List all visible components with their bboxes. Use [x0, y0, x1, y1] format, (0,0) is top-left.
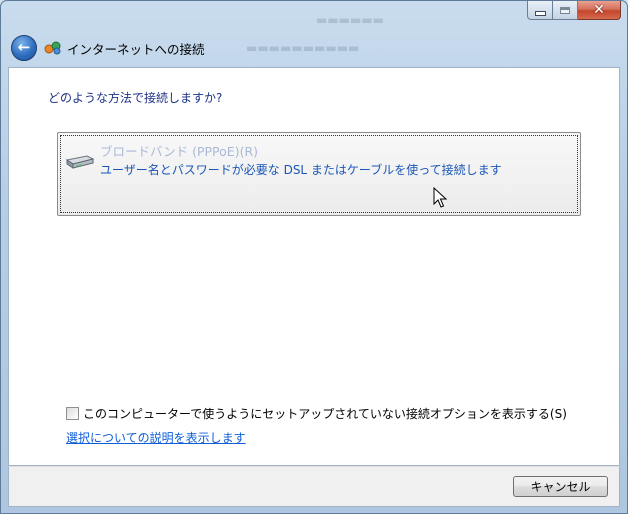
back-arrow-icon: ← [17, 38, 31, 56]
help-link[interactable]: 選択についての説明を表示します [66, 429, 246, 446]
close-icon: ✕ [593, 2, 605, 18]
wizard-content: どのような方法で接続しますか? ブロードバンド (PPPoE)(R) ユーザー名… [8, 67, 620, 466]
option-description: ユーザー名とパスワードが必要な DSL またはケーブルを使って接続します [100, 163, 502, 177]
option-broadband-pppoe[interactable]: ブロードバンド (PPPoE)(R) ユーザー名とパスワードが必要な DSL ま… [57, 132, 581, 216]
minimize-icon [534, 10, 546, 16]
page-question: どのような方法で接続しますか? [48, 91, 223, 105]
mouse-cursor-icon [433, 187, 447, 208]
wizard-title: インターネットへの接続 [67, 42, 205, 57]
show-options-checkbox[interactable] [66, 407, 79, 420]
background-ghost-text: ▬▬▬▬▬▬ [316, 13, 385, 27]
network-connection-icon [44, 41, 61, 55]
close-button[interactable]: ✕ [578, 1, 621, 20]
background-ghost-text: ▬▬▬▬▬▬▬▬▬▬ [246, 41, 360, 55]
back-button[interactable]: ← [11, 35, 37, 61]
maximize-button[interactable] [553, 1, 578, 20]
modem-icon [65, 155, 95, 169]
wizard-window: ▬▬▬▬▬▬ ▬▬▬▬▬▬▬▬▬▬ ✕ ← インターネットへの接続 どのような方… [0, 0, 628, 514]
cancel-button[interactable]: キャンセル [513, 476, 608, 497]
maximize-icon [560, 6, 570, 14]
show-options-label[interactable]: このコンピューターで使うようにセットアップされていない接続オプションを表示する(… [83, 405, 567, 422]
minimize-button[interactable] [527, 1, 553, 20]
show-options-checkbox-row[interactable]: このコンピューターで使うようにセットアップされていない接続オプションを表示する(… [66, 405, 567, 422]
caption-buttons: ✕ [527, 1, 621, 20]
wizard-footer: キャンセル [8, 466, 620, 507]
option-title: ブロードバンド (PPPoE)(R) [100, 144, 259, 159]
